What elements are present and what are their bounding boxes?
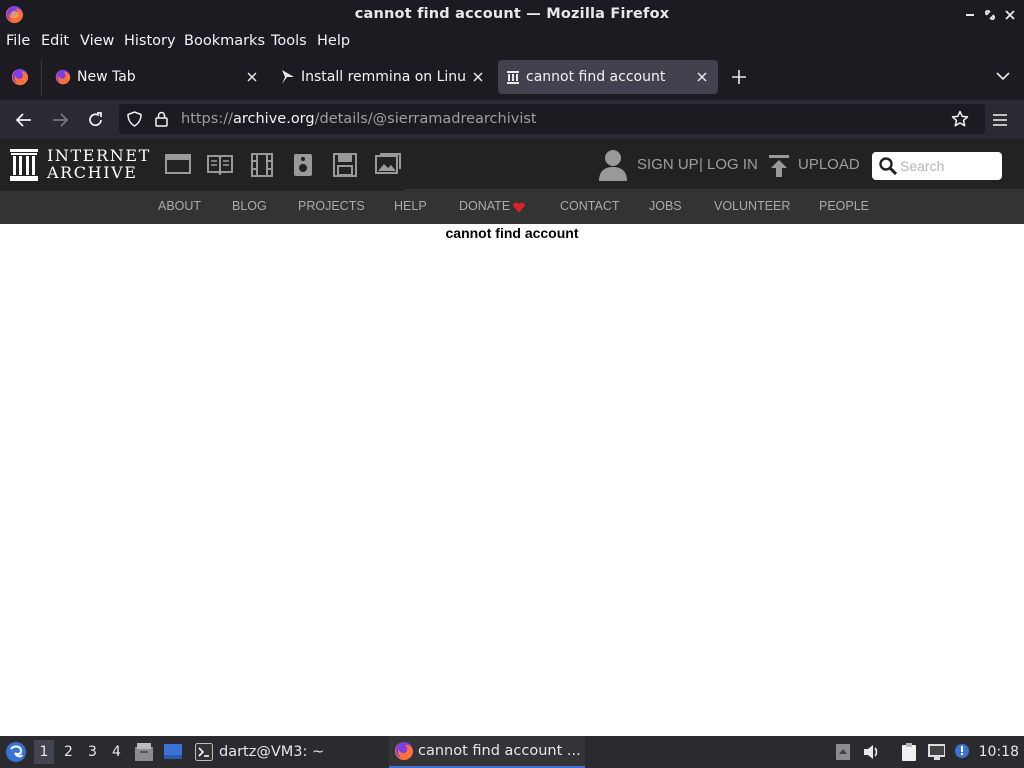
url-text: https://archive.org/details/@sierramadre… <box>181 111 537 127</box>
ia-header: INTERNET ARCHIVE SIGN UP | LOG IN UPLOAD… <box>0 139 1024 189</box>
forward-arrow-icon[interactable] <box>48 108 72 132</box>
menu-bar: File Edit View History Bookmarks Tools H… <box>0 30 1024 54</box>
subnav-blog[interactable]: BLOG <box>232 199 267 213</box>
page-viewport: INTERNET ARCHIVE SIGN UP | LOG IN UPLOAD… <box>0 139 1024 736</box>
volume-icon[interactable] <box>863 743 881 761</box>
new-tab-plus-icon[interactable] <box>731 69 747 85</box>
firefox-icon <box>55 69 71 85</box>
workspace-2[interactable]: 2 <box>64 744 73 760</box>
workspace-4[interactable]: 4 <box>112 744 121 760</box>
archive-icon <box>506 70 520 84</box>
menu-file[interactable]: File <box>6 33 30 49</box>
subnav-projects[interactable]: PROJECTS <box>298 199 365 213</box>
minimize-icon[interactable] <box>962 7 978 23</box>
tab-new-tab[interactable]: New Tab <box>46 60 268 94</box>
menu-tools[interactable]: Tools <box>271 33 307 49</box>
ia-logo-text[interactable]: INTERNET ARCHIVE <box>47 147 151 181</box>
tab-divider <box>41 60 42 96</box>
task-label: cannot find account ... <box>418 743 581 759</box>
signup-link[interactable]: SIGN UP <box>637 156 699 173</box>
menu-bookmarks[interactable]: Bookmarks <box>184 33 265 49</box>
audio-icon[interactable] <box>292 153 318 177</box>
firefox-icon <box>394 741 414 761</box>
link-divider: | <box>699 156 703 173</box>
close-tab-icon[interactable] <box>694 69 710 85</box>
task-label: dartz@VM3: ~ <box>219 744 325 760</box>
menu-edit[interactable]: Edit <box>41 33 69 49</box>
login-link[interactable]: LOG IN <box>707 156 758 173</box>
error-message: cannot find account <box>445 225 579 241</box>
restore-icon[interactable] <box>982 7 998 23</box>
clipboard-icon[interactable] <box>900 743 918 761</box>
subnav-people[interactable]: PEOPLE <box>819 199 869 213</box>
texts-icon[interactable] <box>207 153 233 177</box>
tab-label: cannot find account <box>526 69 666 85</box>
file-manager-icon[interactable] <box>134 742 154 762</box>
search-input[interactable] <box>900 157 996 175</box>
subnav-jobs[interactable]: JOBS <box>649 199 682 213</box>
upload-link[interactable]: UPLOAD <box>798 156 860 173</box>
tab-cannot-find-account[interactable]: cannot find account <box>498 60 718 94</box>
navigation-toolbar: https://archive.org/details/@sierramadre… <box>0 100 1024 139</box>
padlock-icon[interactable] <box>155 111 168 127</box>
taskbar: 1 2 3 4 dartz@VM3: ~ cannot find account… <box>0 736 1024 768</box>
images-icon[interactable] <box>375 153 401 177</box>
subnav-donate[interactable]: DONATE <box>459 199 510 213</box>
video-icon[interactable] <box>250 153 276 177</box>
task-firefox[interactable]: cannot find account ... <box>389 736 585 768</box>
back-arrow-icon[interactable] <box>12 108 36 132</box>
network-icon[interactable] <box>927 743 945 761</box>
upload-arrow-icon[interactable] <box>768 154 790 178</box>
subnav-volunteer[interactable]: VOLUNTEER <box>714 199 790 213</box>
software-icon[interactable] <box>333 153 359 177</box>
workspace-1[interactable]: 1 <box>34 740 54 764</box>
clock[interactable]: 10:18 <box>979 744 1019 760</box>
start-menu-icon[interactable] <box>5 741 27 763</box>
terminal-icon <box>195 743 213 761</box>
search-icon <box>879 157 897 175</box>
hamburger-menu-icon[interactable] <box>988 108 1012 132</box>
tray-up-arrow-icon[interactable] <box>834 743 852 761</box>
reload-icon[interactable] <box>84 108 108 132</box>
user-avatar-icon[interactable] <box>598 148 628 182</box>
bookmark-star-icon[interactable] <box>951 110 969 128</box>
menu-view[interactable]: View <box>80 33 114 49</box>
update-notification-icon[interactable] <box>953 743 971 761</box>
heart-icon[interactable] <box>513 202 525 213</box>
media-bar-underline <box>0 189 405 191</box>
task-terminal[interactable]: dartz@VM3: ~ <box>190 736 380 768</box>
list-all-tabs-chevron-icon[interactable] <box>996 71 1010 81</box>
address-bar[interactable]: https://archive.org/details/@sierramadre… <box>119 104 985 134</box>
close-tab-icon[interactable] <box>244 69 260 85</box>
subnav-help[interactable]: HELP <box>394 199 427 213</box>
close-icon[interactable] <box>1002 7 1018 23</box>
tracking-shield-icon[interactable] <box>127 111 142 127</box>
ia-subnav: ABOUT BLOG PROJECTS HELP DONATE CONTACT … <box>0 189 1024 224</box>
menu-history[interactable]: History <box>124 33 176 49</box>
workspace-3[interactable]: 3 <box>88 744 97 760</box>
web-icon[interactable] <box>165 153 191 177</box>
window-titlebar: cannot find account — Mozilla Firefox <box>0 0 1024 30</box>
ia-search-box[interactable] <box>872 152 1002 180</box>
tab-install-remmina[interactable]: Install remmina on Linux <box>272 60 494 94</box>
tab-label: Install remmina on Linux <box>301 69 467 85</box>
desktop-icon[interactable] <box>163 743 183 761</box>
close-tab-icon[interactable] <box>470 69 486 85</box>
window-title: cannot find account — Mozilla Firefox <box>354 6 670 22</box>
tab-strip: New Tab Install remmina on Linux cannot … <box>0 54 1024 100</box>
subnav-contact[interactable]: CONTACT <box>560 199 620 213</box>
ia-logo-icon[interactable] <box>10 149 38 181</box>
snapcraft-icon <box>281 69 295 85</box>
subnav-about[interactable]: ABOUT <box>158 199 201 213</box>
menu-help[interactable]: Help <box>317 33 350 49</box>
tab-label: New Tab <box>77 69 136 85</box>
firefox-view-icon[interactable] <box>11 68 29 86</box>
